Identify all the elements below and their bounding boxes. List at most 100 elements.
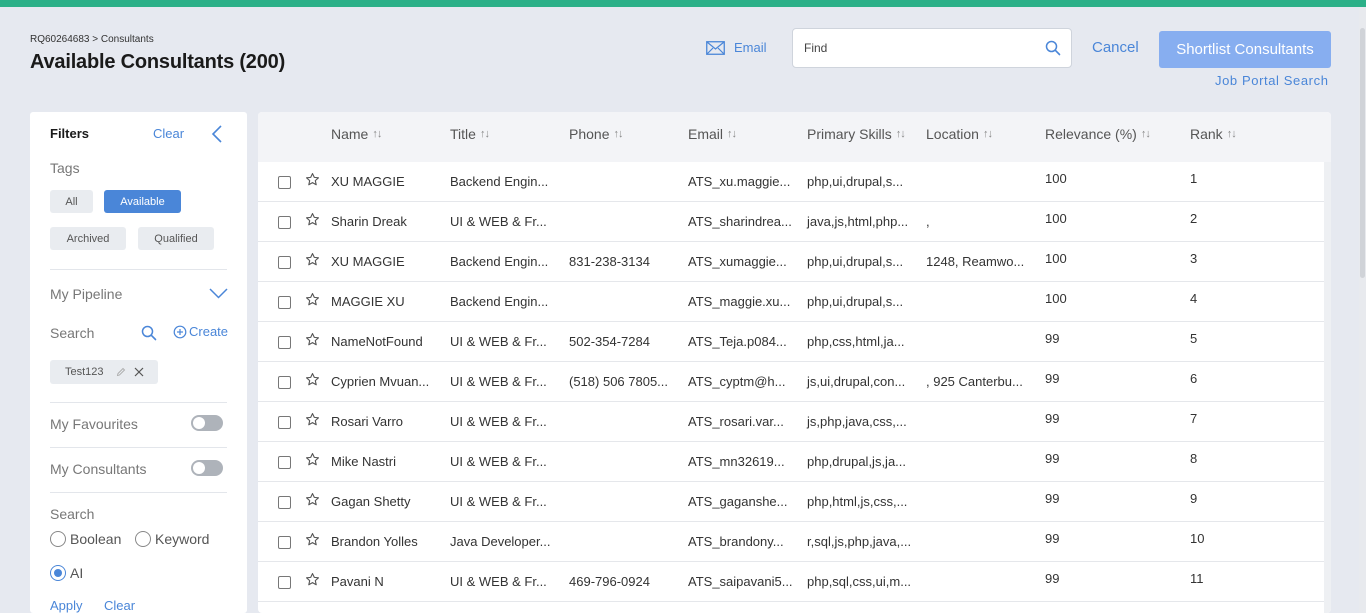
star-icon[interactable] bbox=[305, 172, 320, 187]
cell-location: , bbox=[926, 214, 930, 229]
my-favourites-toggle[interactable] bbox=[191, 415, 223, 431]
row-checkbox[interactable] bbox=[278, 216, 291, 229]
star-icon[interactable] bbox=[305, 292, 320, 307]
cell-name[interactable]: MAGGIE XU bbox=[331, 294, 405, 309]
row-checkbox[interactable] bbox=[278, 576, 291, 589]
chevron-down-icon[interactable] bbox=[209, 288, 228, 299]
tag-qualified[interactable]: Qualified bbox=[138, 227, 214, 250]
star-icon[interactable] bbox=[305, 572, 320, 587]
job-portal-search-link[interactable]: Job Portal Search bbox=[1215, 73, 1329, 88]
find-box[interactable] bbox=[792, 28, 1072, 68]
cell-name[interactable]: Mike Nastri bbox=[331, 454, 396, 469]
column-header-location[interactable]: Location ↑↓ bbox=[926, 126, 993, 142]
table-row[interactable]: Sharin Dreak UI & WEB & Fr... ATS_sharindr… bbox=[258, 202, 1324, 242]
sort-icon: ↑↓ bbox=[727, 128, 737, 140]
row-checkbox[interactable] bbox=[278, 496, 291, 509]
tag-archived[interactable]: Archived bbox=[50, 227, 126, 250]
cell-name[interactable]: XU MAGGIE bbox=[331, 174, 405, 189]
divider bbox=[50, 492, 227, 493]
row-checkbox[interactable] bbox=[278, 376, 291, 389]
row-checkbox[interactable] bbox=[278, 456, 291, 469]
row-checkbox[interactable] bbox=[278, 296, 291, 309]
column-header-skills[interactable]: Primary Skills ↑↓ bbox=[807, 126, 906, 142]
sort-icon: ↑↓ bbox=[982, 128, 993, 140]
cell-email[interactable]: ATS_sharindrea... bbox=[688, 214, 792, 229]
cancel-button[interactable]: Cancel bbox=[1092, 39, 1139, 56]
cell-name[interactable]: NameNotFound bbox=[331, 334, 423, 349]
cell-email[interactable]: ATS_rosari.var... bbox=[688, 414, 784, 429]
cell-email[interactable]: ATS_saipavani5... bbox=[688, 574, 793, 589]
cell-phone: 469-796-0924 bbox=[569, 574, 650, 589]
table-row[interactable]: Mike Nastri UI & WEB & Fr... ATS_mn32619..… bbox=[258, 442, 1324, 482]
star-icon[interactable] bbox=[305, 252, 320, 267]
radio-ai[interactable]: AI bbox=[50, 565, 83, 581]
cell-email[interactable]: ATS_mn32619... bbox=[688, 454, 785, 469]
star-icon[interactable] bbox=[305, 412, 320, 427]
my-consultants-toggle[interactable] bbox=[191, 460, 223, 476]
row-checkbox[interactable] bbox=[278, 176, 291, 189]
table-row[interactable]: Cyprien Mvuan... UI & WEB & Fr... (518) 50… bbox=[258, 362, 1324, 402]
cell-name[interactable]: Brandon Yolles bbox=[331, 534, 418, 549]
search-icon[interactable] bbox=[1045, 40, 1061, 56]
star-icon[interactable] bbox=[305, 212, 320, 227]
star-icon[interactable] bbox=[305, 492, 320, 507]
row-checkbox[interactable] bbox=[278, 536, 291, 549]
tag-available[interactable]: Available bbox=[104, 190, 181, 213]
cell-email[interactable]: ATS_xumaggie... bbox=[688, 254, 787, 269]
clear-search-button[interactable]: Clear bbox=[104, 598, 135, 613]
cell-skills: php,ui,drupal,s... bbox=[807, 294, 904, 309]
shortlist-consultants-button[interactable]: Shortlist Consultants bbox=[1159, 31, 1331, 68]
tag-all[interactable]: All bbox=[50, 190, 93, 213]
table-row[interactable]: Brandon Yolles Java Developer... ATS_brand… bbox=[258, 522, 1324, 562]
chevron-left-icon[interactable] bbox=[210, 124, 224, 144]
cell-email[interactable]: ATS_cyptm@h... bbox=[688, 374, 785, 389]
table-row[interactable]: XU MAGGIE Backend Engin... ATS_xu.maggie..… bbox=[258, 162, 1324, 202]
cell-email[interactable]: ATS_xu.maggie... bbox=[688, 174, 790, 189]
scrollbar-thumb[interactable] bbox=[1360, 28, 1365, 278]
cell-name[interactable]: XU MAGGIE bbox=[331, 254, 405, 269]
cell-name[interactable]: Sharin Dreak bbox=[331, 214, 407, 229]
filters-clear-link[interactable]: Clear bbox=[153, 126, 184, 141]
row-checkbox[interactable] bbox=[278, 336, 291, 349]
search-icon[interactable] bbox=[141, 325, 157, 341]
email-button[interactable]: Email bbox=[706, 40, 767, 55]
star-icon[interactable] bbox=[305, 532, 320, 547]
cell-email[interactable]: ATS_maggie.xu... bbox=[688, 294, 790, 309]
pencil-icon[interactable] bbox=[116, 367, 126, 377]
row-checkbox[interactable] bbox=[278, 416, 291, 429]
table-row[interactable]: NameNotFound UI & WEB & Fr... 502-354-7284… bbox=[258, 322, 1324, 362]
create-pipeline-button[interactable]: Create bbox=[173, 324, 228, 339]
radio-keyword[interactable]: Keyword bbox=[135, 531, 209, 547]
column-header-phone[interactable]: Phone ↑↓ bbox=[569, 126, 623, 142]
star-icon[interactable] bbox=[305, 372, 320, 387]
table-row[interactable]: Gagan Shetty UI & WEB & Fr... ATS_gaganshe… bbox=[258, 482, 1324, 522]
cell-relevance: 99 bbox=[1045, 331, 1060, 346]
column-header-title[interactable]: Title ↑↓ bbox=[450, 126, 490, 142]
column-header-email[interactable]: Email ↑↓ bbox=[688, 126, 737, 142]
cell-email[interactable]: ATS_brandony... bbox=[688, 534, 784, 549]
cell-title: UI & WEB & Fr... bbox=[450, 374, 547, 389]
cell-email[interactable]: ATS_Teja.p084... bbox=[688, 334, 787, 349]
table-row[interactable]: Pavani N UI & WEB & Fr... 469-796-0924 ATS_… bbox=[258, 562, 1324, 602]
radio-boolean[interactable]: Boolean bbox=[50, 531, 121, 547]
table-scrollbar[interactable] bbox=[1324, 162, 1331, 613]
cell-name[interactable]: Pavani N bbox=[331, 574, 384, 589]
cell-name[interactable]: Gagan Shetty bbox=[331, 494, 411, 509]
star-icon[interactable] bbox=[305, 452, 320, 467]
column-header-name[interactable]: Name ↑↓ bbox=[331, 126, 382, 142]
page-scrollbar[interactable] bbox=[1359, 8, 1366, 613]
cell-name[interactable]: Rosari Varro bbox=[331, 414, 403, 429]
cell-email[interactable]: ATS_gaganshe... bbox=[688, 494, 788, 509]
cell-name[interactable]: Cyprien Mvuan... bbox=[331, 374, 429, 389]
row-checkbox[interactable] bbox=[278, 256, 291, 269]
saved-search-chip[interactable]: Test123 bbox=[50, 360, 158, 384]
star-icon[interactable] bbox=[305, 332, 320, 347]
find-input[interactable] bbox=[804, 41, 1034, 55]
column-header-relevance[interactable]: Relevance (%) ↑↓ bbox=[1045, 126, 1151, 142]
apply-button[interactable]: Apply bbox=[50, 598, 83, 613]
table-row[interactable]: Rosari Varro UI & WEB & Fr... ATS_rosari.v… bbox=[258, 402, 1324, 442]
column-header-rank[interactable]: Rank ↑↓ bbox=[1190, 126, 1237, 142]
close-icon[interactable] bbox=[134, 367, 144, 377]
table-row[interactable]: MAGGIE XU Backend Engin... ATS_maggie.xu..… bbox=[258, 282, 1324, 322]
table-row[interactable]: XU MAGGIE Backend Engin... 831-238-3134 ATS… bbox=[258, 242, 1324, 282]
